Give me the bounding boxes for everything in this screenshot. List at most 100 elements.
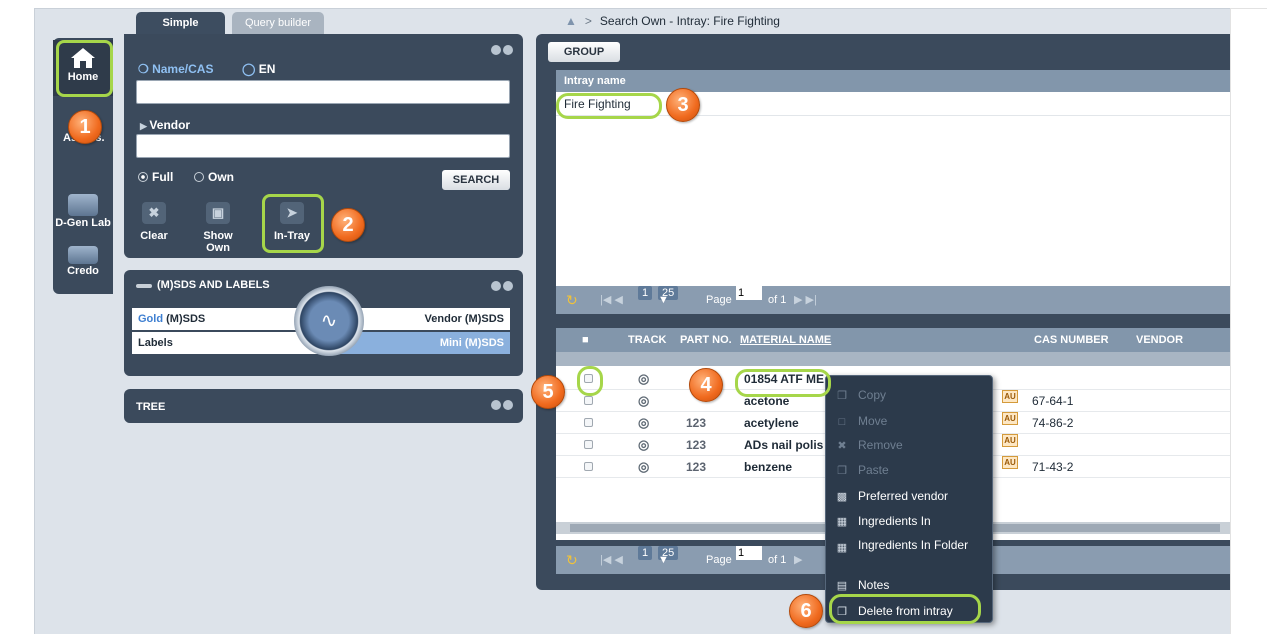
tree-title: TREE xyxy=(136,401,166,413)
of-label: of 1 xyxy=(768,294,787,306)
select-all-checkbox[interactable]: ■ xyxy=(582,328,589,352)
radio-own-label: Own xyxy=(208,170,234,184)
col-material-name[interactable]: MATERIAL NAME xyxy=(740,328,831,352)
name-cas-input[interactable] xyxy=(136,80,510,104)
show-own-tool[interactable]: ▣ Show Own xyxy=(194,202,242,254)
page-label: Page xyxy=(706,554,732,566)
panel-controls xyxy=(489,280,513,291)
callout-badge-1: 1 xyxy=(68,110,102,144)
breadcrumb-separator: > xyxy=(584,14,592,28)
menu-item-paste[interactable]: ❐ Paste xyxy=(834,459,984,481)
refresh-icon[interactable]: ↻ xyxy=(566,546,578,574)
eraser-icon: ✖ xyxy=(142,202,166,224)
first-prev-icons[interactable]: |◀ ◀ xyxy=(600,546,623,574)
chevron-down-icon: ▼ xyxy=(658,294,669,306)
radio-full[interactable]: Full xyxy=(138,170,173,184)
menu-item-ingredients-in-folder[interactable]: ▦ Ingredients In Folder xyxy=(834,539,984,569)
close-icon[interactable] xyxy=(503,45,513,55)
gold-suffix: (M)SDS xyxy=(166,313,206,325)
track-icon[interactable]: ◎ xyxy=(638,368,649,390)
tab-query-builder[interactable]: Query builder xyxy=(232,12,324,34)
col-track[interactable]: TRACK xyxy=(628,328,667,352)
cas-number: 74-86-2 xyxy=(1032,416,1074,430)
minimize-icon[interactable] xyxy=(491,281,501,291)
callout-badge-3: 3 xyxy=(666,88,700,122)
labels-button[interactable]: Labels xyxy=(132,332,322,354)
refresh-icon[interactable]: ↻ xyxy=(566,286,578,314)
row-checkbox[interactable] xyxy=(584,412,593,434)
gold-prefix: Gold xyxy=(138,313,164,325)
context-menu: ❐ Copy □ Move ✖ Remove ❐ Paste ▩ Preferred ve… xyxy=(825,375,993,623)
col-part-no[interactable]: PART NO. xyxy=(680,328,732,352)
clear-label: Clear xyxy=(140,230,168,242)
home-small-icon[interactable]: ▲ xyxy=(565,14,577,28)
name-cas-label: Name/CAS xyxy=(152,62,214,76)
msds-title: (M)SDS AND LABELS xyxy=(157,279,270,291)
move-icon: □ xyxy=(838,416,846,428)
callout-badge-2: 2 xyxy=(331,208,365,242)
highlight-fire-fighting xyxy=(556,93,662,119)
of-label: of 1 xyxy=(768,554,787,566)
nav-label-credo: Credo xyxy=(67,265,99,277)
page-divider xyxy=(1230,8,1231,634)
row-checkbox[interactable] xyxy=(584,434,593,456)
track-icon[interactable]: ◎ xyxy=(638,412,649,434)
language-selector[interactable]: ◯ EN xyxy=(242,62,275,76)
next-icon[interactable]: ▶ xyxy=(794,546,802,574)
radio-full-label: Full xyxy=(152,170,174,184)
menu-item-remove[interactable]: ✖ Remove xyxy=(834,434,984,456)
callout-badge-6: 6 xyxy=(789,594,823,628)
menu-item-notes[interactable]: ▤ Notes xyxy=(834,574,984,596)
callout-badge-4: 4 xyxy=(689,368,723,402)
dgen-lab-icon xyxy=(68,194,98,216)
search-button[interactable]: SEARCH xyxy=(442,170,510,190)
triangle-right-icon: ▶ xyxy=(140,121,150,131)
nav-item-dgen-lab[interactable]: D-Gen Lab xyxy=(53,194,113,229)
material-name: benzene xyxy=(744,460,793,474)
track-icon[interactable]: ◎ xyxy=(638,390,649,412)
first-prev-icons[interactable]: |◀ ◀ xyxy=(600,286,623,314)
panel-controls xyxy=(489,399,513,410)
factory-icon: ▩ xyxy=(836,491,848,503)
track-icon[interactable]: ◎ xyxy=(638,434,649,456)
show-own-label: Show Own xyxy=(203,230,233,254)
next-last-icons[interactable]: ▶ ▶| xyxy=(794,286,817,314)
breadcrumb: ▲ > Search Own - Intray: Fire Fighting xyxy=(565,14,780,28)
callout-badge-5: 5 xyxy=(531,375,565,409)
row-checkbox[interactable] xyxy=(584,456,593,478)
material-name: ADs nail polis xyxy=(744,438,824,452)
close-icon[interactable] xyxy=(503,400,513,410)
vendor-toggle[interactable]: ▶ Vendor xyxy=(140,118,190,132)
intray-pager: ↻ |◀ ◀ 1 25 ▼ Page 1 of 1 ▶ ▶| xyxy=(556,286,1230,314)
part-number: 123 xyxy=(686,460,707,474)
col-vendor[interactable]: VENDOR xyxy=(1136,328,1183,352)
grid-filter-row xyxy=(556,352,1230,366)
pulse-dial-icon[interactable]: ∿ xyxy=(294,286,364,356)
intray-header: Intray name xyxy=(556,70,1230,92)
track-icon[interactable]: ◎ xyxy=(638,456,649,478)
menu-item-copy[interactable]: ❐ Copy xyxy=(834,384,984,406)
msds-panel: (M)SDS AND LABELS Gold (M)SDS Vendor (M)… xyxy=(124,270,523,376)
tab-simple[interactable]: Simple xyxy=(136,12,225,34)
expand-icon[interactable] xyxy=(491,400,501,410)
name-cas-toggle[interactable]: ❍ Name/CAS xyxy=(138,62,213,76)
clear-tool[interactable]: ✖ Clear xyxy=(130,202,178,242)
nav-item-credo[interactable]: Credo xyxy=(53,246,113,277)
cas-number: 71-43-2 xyxy=(1032,460,1074,474)
ingredients-icon: ▦ xyxy=(836,516,848,528)
minimize-icon[interactable] xyxy=(491,45,501,55)
vendor-input[interactable] xyxy=(136,134,510,158)
close-icon[interactable] xyxy=(503,281,513,291)
radio-own[interactable]: Own xyxy=(194,170,234,184)
chevron-down-icon: ▼ xyxy=(658,554,669,566)
group-button[interactable]: GROUP xyxy=(548,42,620,62)
highlight-material-row xyxy=(735,369,831,397)
menu-item-ingredients-in[interactable]: ▦ Ingredients In xyxy=(834,510,984,532)
collapse-icon[interactable] xyxy=(136,284,152,288)
highlight-home xyxy=(56,40,113,97)
menu-item-preferred-vendor[interactable]: ▩ Preferred vendor xyxy=(834,485,984,507)
menu-item-move[interactable]: □ Move xyxy=(834,410,984,432)
cas-number: 67-64-1 xyxy=(1032,394,1074,408)
col-cas-number[interactable]: CAS NUMBER xyxy=(1034,328,1109,352)
vendor-label: Vendor xyxy=(149,118,191,132)
